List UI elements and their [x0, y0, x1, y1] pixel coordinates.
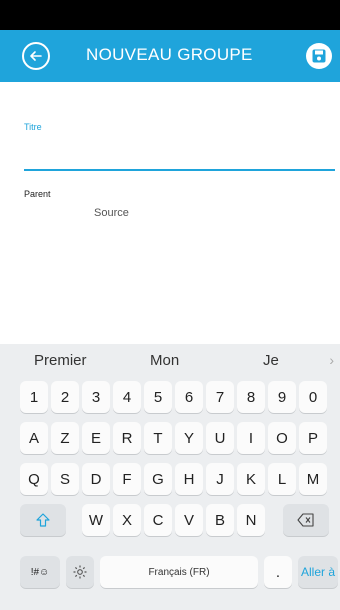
key[interactable]: B: [206, 504, 234, 536]
symbols-key[interactable]: !#☺: [20, 556, 60, 588]
key[interactable]: A: [20, 422, 48, 454]
key[interactable]: 9: [268, 381, 296, 413]
key[interactable]: 8: [237, 381, 265, 413]
suggestion-item[interactable]: Je: [263, 352, 279, 369]
backspace-icon: [297, 513, 314, 527]
app-bar: NOUVEAU GROUPE: [0, 30, 340, 82]
parent-select[interactable]: Source: [94, 207, 129, 219]
titre-label: Titre: [24, 122, 42, 132]
key[interactable]: 2: [51, 381, 79, 413]
key[interactable]: J: [206, 463, 234, 495]
chevron-right-icon[interactable]: ›: [329, 352, 334, 368]
key[interactable]: 1: [20, 381, 48, 413]
floppy-disk-icon: [312, 49, 326, 63]
page-title: NOUVEAU GROUPE: [86, 45, 253, 64]
key[interactable]: N: [237, 504, 265, 536]
space-key[interactable]: Français (FR): [100, 556, 258, 588]
backspace-key[interactable]: [283, 504, 329, 536]
status-bar: [0, 0, 340, 30]
key[interactable]: Q: [20, 463, 48, 495]
key[interactable]: U: [206, 422, 234, 454]
key[interactable]: H: [175, 463, 203, 495]
suggestion-bar: Premier Mon Je ›: [0, 344, 340, 376]
suggestion-item[interactable]: Mon: [150, 352, 179, 369]
key[interactable]: 6: [175, 381, 203, 413]
key[interactable]: 4: [113, 381, 141, 413]
back-button[interactable]: [22, 42, 50, 70]
key[interactable]: I: [237, 422, 265, 454]
key[interactable]: 0: [299, 381, 327, 413]
save-button[interactable]: [306, 43, 332, 69]
key[interactable]: W: [82, 504, 110, 536]
suggestion-item[interactable]: Premier: [34, 352, 87, 369]
key[interactable]: V: [175, 504, 203, 536]
key[interactable]: C: [144, 504, 172, 536]
gear-icon: [73, 565, 87, 579]
key[interactable]: K: [237, 463, 265, 495]
settings-key[interactable]: [66, 556, 94, 588]
key[interactable]: S: [51, 463, 79, 495]
key[interactable]: Y: [175, 422, 203, 454]
key[interactable]: 7: [206, 381, 234, 413]
key[interactable]: 3: [82, 381, 110, 413]
arrow-left-circle-icon: [30, 51, 42, 61]
key[interactable]: R: [113, 422, 141, 454]
parent-label: Parent: [24, 189, 51, 199]
key[interactable]: D: [82, 463, 110, 495]
key[interactable]: P: [299, 422, 327, 454]
group-form: Titre Parent Source: [0, 82, 340, 344]
key[interactable]: F: [113, 463, 141, 495]
key[interactable]: Z: [51, 422, 79, 454]
key[interactable]: T: [144, 422, 172, 454]
enter-key[interactable]: Aller à: [298, 556, 338, 588]
key[interactable]: O: [268, 422, 296, 454]
shift-icon: [36, 513, 50, 527]
titre-input[interactable]: [24, 137, 335, 171]
keyboard: Premier Mon Je › 1 2 3 4 5 6 7 8 9 0 A Z…: [0, 344, 340, 610]
shift-key[interactable]: [20, 504, 66, 536]
key[interactable]: L: [268, 463, 296, 495]
period-key[interactable]: .: [264, 556, 292, 588]
key[interactable]: E: [82, 422, 110, 454]
key[interactable]: X: [113, 504, 141, 536]
key[interactable]: 5: [144, 381, 172, 413]
key[interactable]: G: [144, 463, 172, 495]
key[interactable]: M: [299, 463, 327, 495]
